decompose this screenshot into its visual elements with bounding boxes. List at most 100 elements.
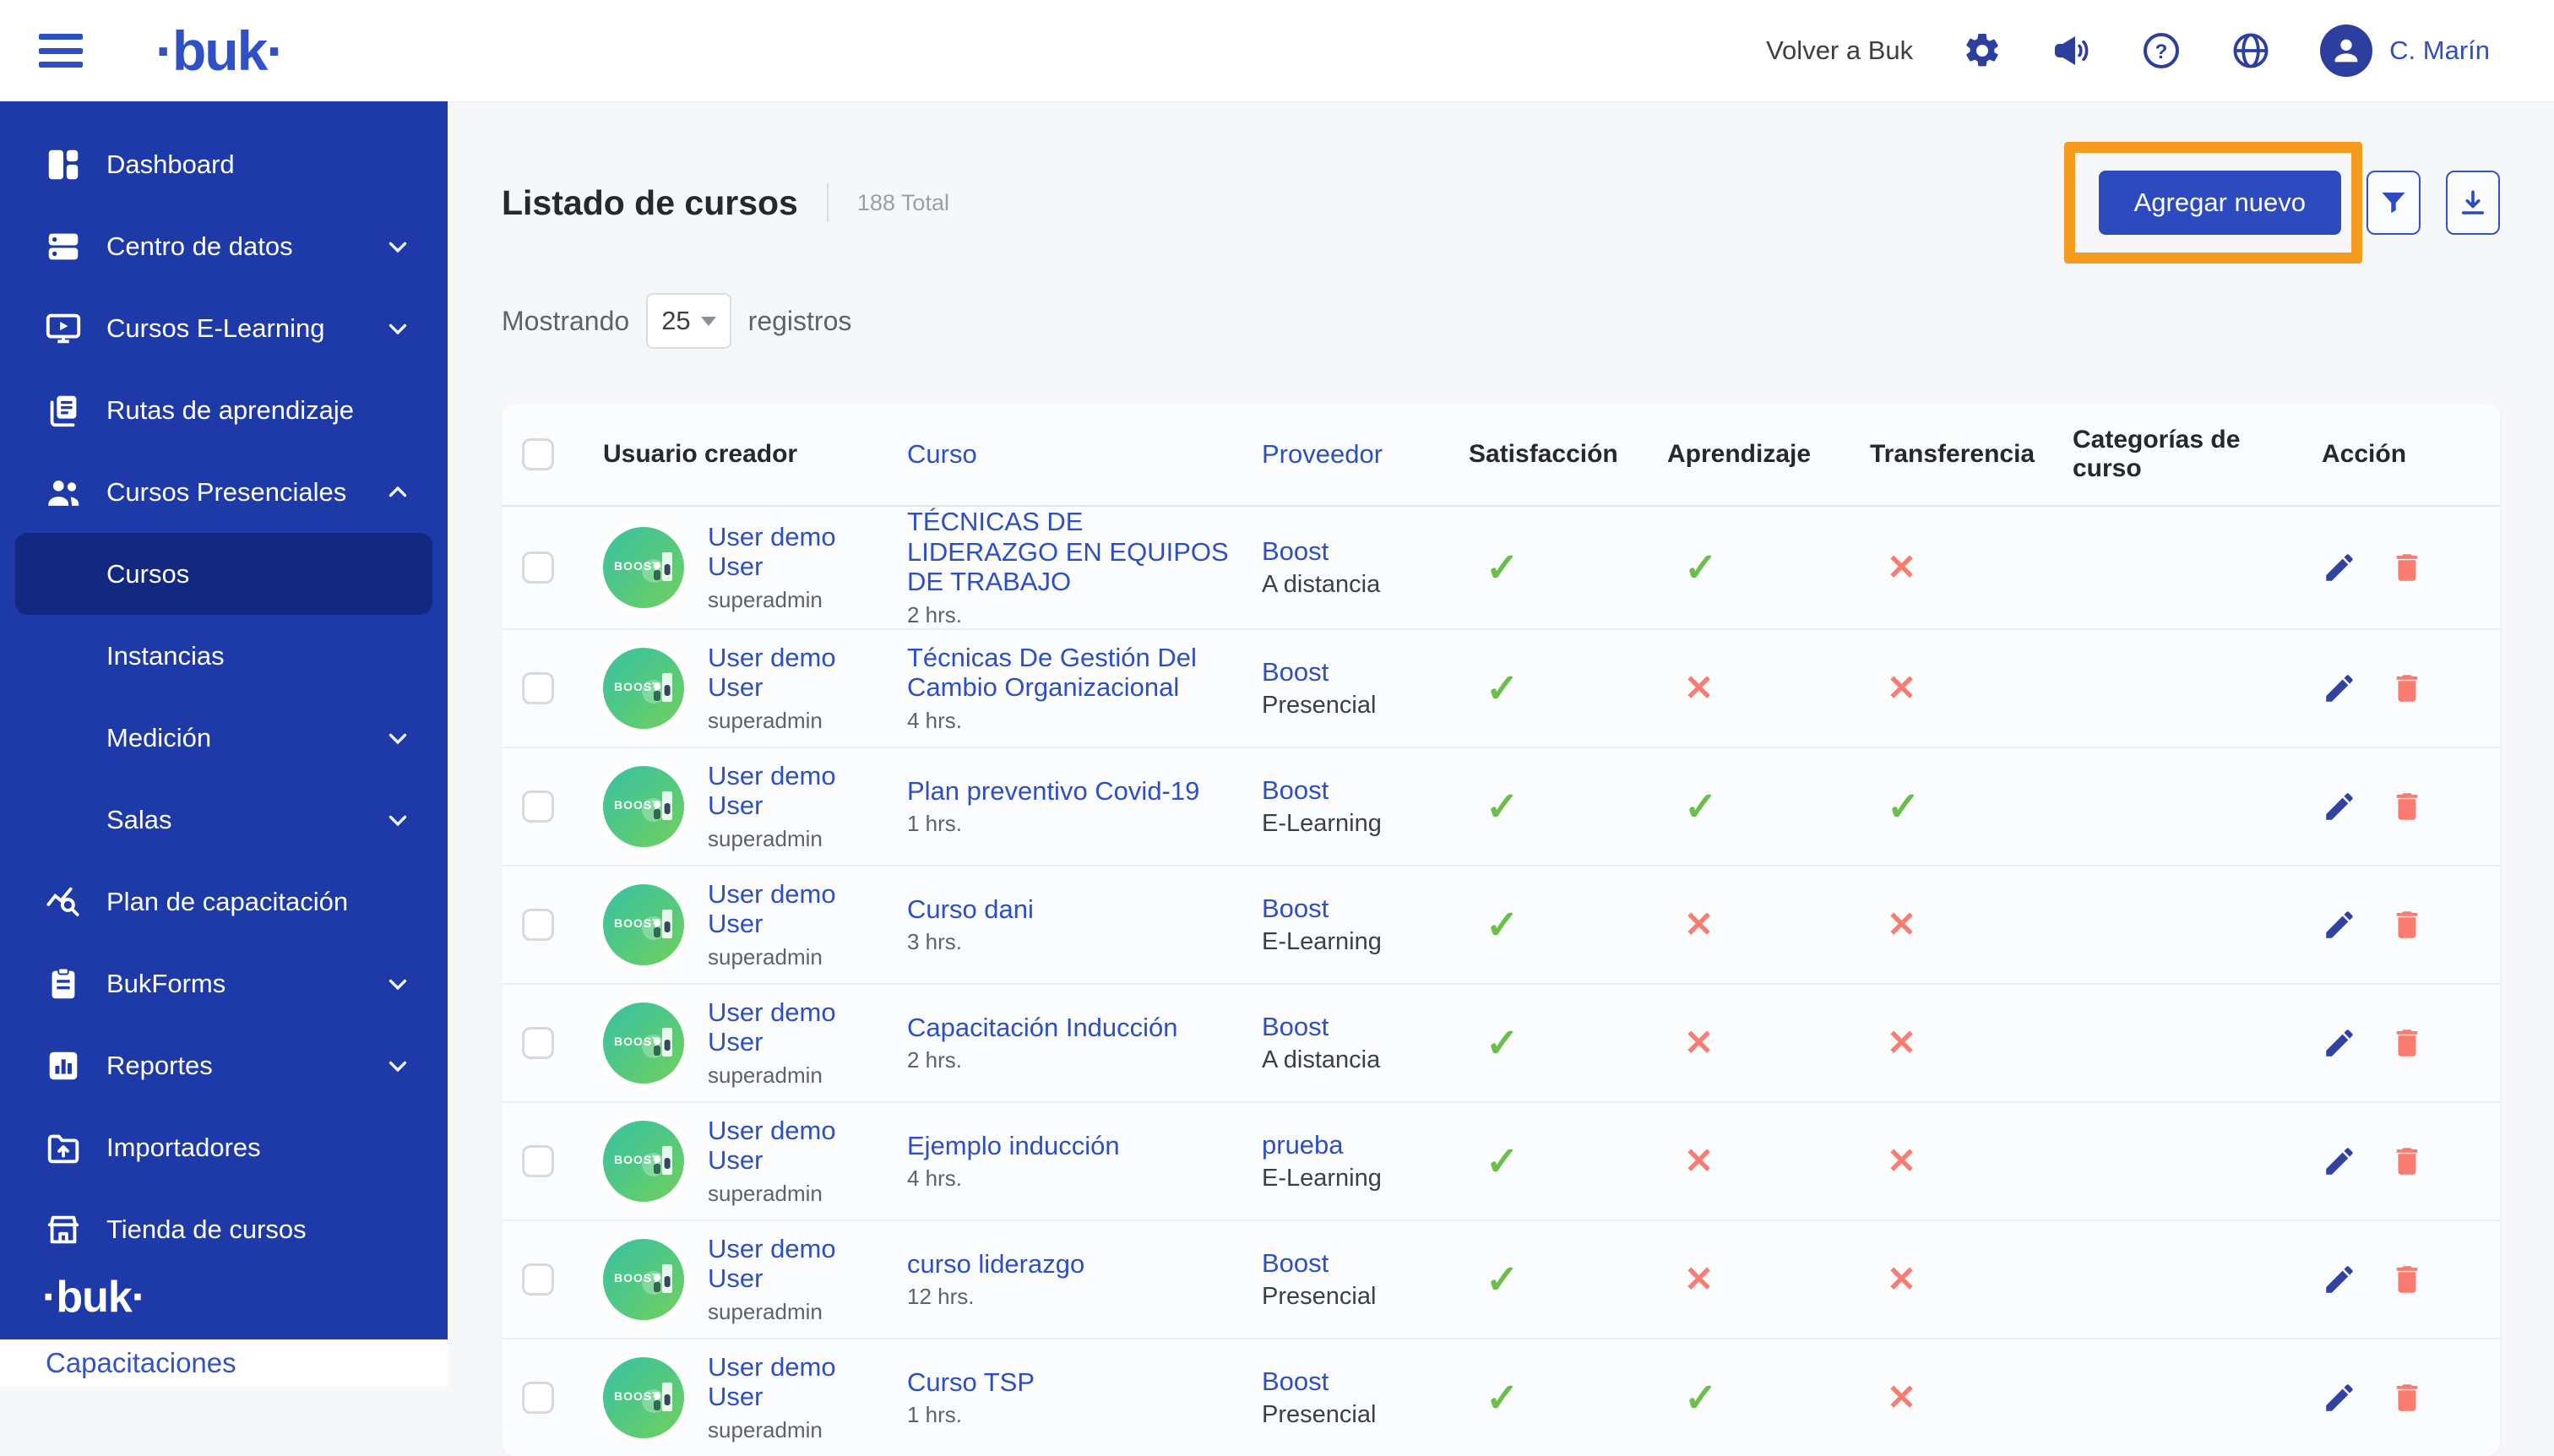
edit-pencil-icon[interactable] — [2322, 550, 2357, 585]
volver-a-buk-link[interactable]: Volver a Buk — [1766, 35, 1913, 66]
course-link[interactable]: Curso TSP — [907, 1367, 1242, 1398]
sidebar-item-cursos-presenciales[interactable]: Cursos Presenciales — [15, 451, 432, 533]
table-row: BOOST User demo User superadmin Curso TS… — [502, 1338, 2500, 1456]
delete-trash-icon[interactable] — [2389, 1144, 2425, 1179]
delete-trash-icon[interactable] — [2389, 550, 2425, 585]
edit-pencil-icon[interactable] — [2322, 1144, 2357, 1179]
col-proveedor[interactable]: Proveedor — [1262, 439, 1469, 470]
col-usuario-creador: Usuario creador — [603, 440, 907, 469]
edit-pencil-icon[interactable] — [2322, 789, 2357, 824]
delete-trash-icon[interactable] — [2389, 1025, 2425, 1061]
provider-link[interactable]: Boost — [1262, 775, 1448, 806]
provider-link[interactable]: prueba — [1262, 1130, 1448, 1160]
edit-pencil-icon[interactable] — [2322, 1262, 2357, 1297]
col-curso[interactable]: Curso — [907, 439, 1262, 470]
delete-trash-icon[interactable] — [2389, 671, 2425, 706]
row-checkbox[interactable] — [522, 672, 554, 704]
select-all-checkbox[interactable] — [522, 438, 554, 470]
sidebar-item-dashboard[interactable]: Dashboard — [15, 123, 432, 205]
avatar-illustration-icon — [640, 1139, 677, 1183]
edit-pencil-icon[interactable] — [2322, 1025, 2357, 1061]
table-row: BOOST User demo User superadmin Curso da… — [502, 865, 2500, 983]
sidebar-item-centro-de-datos[interactable]: Centro de datos — [15, 205, 432, 287]
user-link[interactable]: User demo User — [708, 761, 887, 821]
provider-link[interactable]: Boost — [1262, 894, 1448, 924]
row-checkbox[interactable] — [522, 551, 554, 584]
transferencia-mark: ✕ — [1870, 667, 2073, 709]
user-menu[interactable]: C. Marín — [2320, 24, 2490, 77]
megaphone-icon[interactable] — [2051, 30, 2092, 71]
edit-pencil-icon[interactable] — [2322, 1380, 2357, 1415]
course-link[interactable]: Plan preventivo Covid-19 — [907, 776, 1242, 807]
table-row: BOOST User demo User superadmin TÉCNICAS… — [502, 507, 2500, 628]
delete-trash-icon[interactable] — [2389, 907, 2425, 943]
course-link[interactable]: TÉCNICAS DE LIDERAZGO EN EQUIPOS DE TRAB… — [907, 507, 1242, 597]
sidebar-item-label: Centro de datos — [106, 231, 293, 262]
filter-button[interactable] — [2367, 171, 2421, 235]
aprendizaje-mark: ✕ — [1667, 904, 1870, 945]
people-icon — [44, 473, 83, 512]
sidebar-item-instancias[interactable]: Instancias — [15, 615, 432, 697]
sidebar-item-medicion[interactable]: Medición — [15, 697, 432, 779]
course-link[interactable]: Capacitación Inducción — [907, 1013, 1242, 1043]
provider-link[interactable]: Boost — [1262, 657, 1448, 687]
avatar-illustration-icon — [640, 903, 677, 947]
course-link[interactable]: Ejemplo inducción — [907, 1131, 1242, 1161]
user-avatar-icon — [2320, 24, 2372, 77]
table-row: BOOST User demo User superadmin Plan pre… — [502, 747, 2500, 865]
hamburger-icon[interactable] — [39, 34, 83, 68]
provider-link[interactable]: Boost — [1262, 1248, 1448, 1279]
course-link[interactable]: Técnicas De Gestión Del Cambio Organizac… — [907, 643, 1242, 703]
page-size-select[interactable]: 25 — [646, 293, 731, 349]
row-checkbox[interactable] — [522, 1145, 554, 1177]
delete-trash-icon[interactable] — [2389, 1380, 2425, 1415]
user-role: superadmin — [708, 1062, 887, 1089]
user-link[interactable]: User demo User — [708, 1234, 887, 1294]
edit-pencil-icon[interactable] — [2322, 907, 2357, 943]
forms-icon — [44, 964, 83, 1003]
course-avatar: BOOST — [603, 527, 684, 608]
gear-icon[interactable] — [1962, 30, 2002, 71]
provider-modality: A distancia — [1262, 1046, 1448, 1074]
user-link[interactable]: User demo User — [708, 643, 887, 703]
help-icon[interactable]: ? — [2141, 30, 2182, 71]
sidebar-item-reportes[interactable]: Reportes — [15, 1024, 432, 1106]
user-link[interactable]: User demo User — [708, 522, 887, 582]
aprendizaje-mark: ✕ — [1667, 1022, 1870, 1063]
sidebar-item-tienda-de-cursos[interactable]: Tienda de cursos — [15, 1188, 432, 1270]
chevron-down-icon — [383, 1051, 412, 1080]
row-checkbox[interactable] — [522, 1263, 554, 1296]
row-checkbox[interactable] — [522, 790, 554, 823]
svg-text:?: ? — [2155, 41, 2168, 63]
course-link[interactable]: Curso dani — [907, 894, 1242, 925]
sidebar-item-cursos-elearning[interactable]: Cursos E-Learning — [15, 287, 432, 369]
globe-icon[interactable] — [2231, 30, 2271, 71]
download-icon — [2458, 187, 2488, 218]
edit-pencil-icon[interactable] — [2322, 671, 2357, 706]
store-icon — [44, 1210, 83, 1249]
row-checkbox[interactable] — [522, 909, 554, 941]
user-link[interactable]: User demo User — [708, 1352, 887, 1412]
sidebar-item-bukforms[interactable]: BukForms — [15, 943, 432, 1024]
sidebar-item-rutas-de-aprendizaje[interactable]: Rutas de aprendizaje — [15, 369, 432, 451]
user-link[interactable]: User demo User — [708, 1116, 887, 1176]
row-checkbox[interactable] — [522, 1027, 554, 1059]
table-row: BOOST User demo User superadmin Técnicas… — [502, 628, 2500, 747]
sidebar-item-salas[interactable]: Salas — [15, 779, 432, 861]
provider-link[interactable]: Boost — [1262, 536, 1448, 567]
sidebar-item-cursos[interactable]: Cursos — [15, 533, 432, 615]
delete-trash-icon[interactable] — [2389, 789, 2425, 824]
sidebar-item-importadores[interactable]: Importadores — [15, 1106, 432, 1188]
user-link[interactable]: User demo User — [708, 879, 887, 939]
provider-link[interactable]: Boost — [1262, 1012, 1448, 1042]
aprendizaje-mark: ✓ — [1667, 783, 1870, 830]
delete-trash-icon[interactable] — [2389, 1262, 2425, 1297]
course-link[interactable]: curso liderazgo — [907, 1249, 1242, 1279]
agregar-nuevo-button[interactable]: Agregar nuevo — [2099, 171, 2341, 235]
table-row: BOOST User demo User superadmin Capacita… — [502, 983, 2500, 1101]
provider-link[interactable]: Boost — [1262, 1366, 1448, 1397]
download-button[interactable] — [2446, 171, 2500, 235]
satisfaccion-mark: ✓ — [1469, 1138, 1667, 1185]
user-link[interactable]: User demo User — [708, 997, 887, 1057]
sidebar-item-plan-de-capacitacion[interactable]: Plan de capacitación — [15, 861, 432, 943]
